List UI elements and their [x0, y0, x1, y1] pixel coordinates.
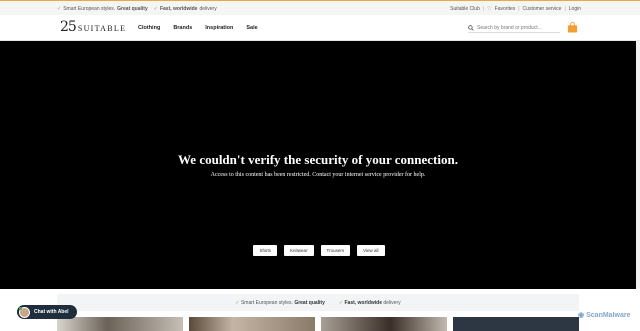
category-tile[interactable] — [321, 317, 447, 331]
nav-inspiration[interactable]: Inspiration — [205, 25, 233, 31]
access-denied-banner: We couldn't verify the security of your … — [0, 41, 640, 289]
category-tile[interactable] — [453, 317, 579, 331]
check-icon: ✓ — [57, 6, 62, 12]
suitable-club-link[interactable]: Suitable Club — [450, 6, 480, 12]
nav-brands[interactable]: Brands — [173, 25, 192, 31]
logo-word: SUITABLE — [77, 24, 127, 33]
usp-delivery: ✓ Fast, worldwide delivery — [153, 6, 217, 12]
trousers-button[interactable]: Trousers — [320, 245, 351, 256]
site-header: 25 SUITABLE Clothing Brands Inspiration … — [0, 15, 640, 41]
usp-styles: ✓ Smart European styles. Great quality — [57, 6, 148, 12]
logo-number: 25 — [60, 19, 77, 35]
favorites-link[interactable]: Favorites — [495, 6, 516, 12]
check-icon: ✓ — [153, 6, 158, 12]
shield-icon: ◉ — [578, 312, 585, 319]
avatar — [19, 306, 30, 318]
usp-bar: ✓ Smart European styles. Great quality ✓… — [57, 294, 579, 311]
search-input[interactable]: Search by brand or product... — [468, 23, 560, 33]
main-nav: Clothing Brands Inspiration Sale — [138, 25, 258, 31]
shirts-button[interactable]: Shirts — [253, 245, 277, 256]
watermark: ◉ ScanMalware — [578, 311, 631, 320]
chat-label: Chat with Abel — [34, 309, 69, 315]
shopping-bag-icon[interactable] — [567, 22, 578, 33]
customer-service-link[interactable]: Customer service — [523, 6, 562, 12]
account-links: Suitable Club | ♡ Favorites | Customer s… — [450, 6, 581, 12]
check-icon: ✓ — [338, 299, 344, 306]
top-bar: ✓ Smart European styles. Great quality ✓… — [0, 0, 640, 15]
category-tiles — [57, 317, 579, 331]
separator: | — [518, 6, 520, 12]
online-indicator — [19, 306, 22, 310]
separator: | — [482, 6, 485, 12]
usp-styles: ✓ Smart European styles. Great quality — [235, 299, 325, 306]
view-all-button[interactable]: View all — [357, 245, 385, 256]
usp-delivery: ✓ Fast, worldwide delivery — [338, 299, 401, 306]
below-fold: ✓ Smart European styles. Great quality ✓… — [0, 289, 640, 331]
nav-sale[interactable]: Sale — [246, 25, 257, 31]
error-message: Access to this content has been restrict… — [210, 172, 426, 178]
chat-button[interactable]: Chat with Abel — [17, 305, 77, 319]
login-link[interactable]: Login — [569, 6, 581, 12]
site-logo[interactable]: 25 SUITABLE — [60, 19, 126, 35]
error-title: We couldn't verify the security of your … — [178, 152, 458, 167]
separator: | — [564, 6, 566, 12]
category-tile[interactable] — [57, 317, 183, 331]
heart-icon: ♡ — [487, 6, 492, 12]
check-icon: ✓ — [235, 299, 240, 306]
nav-clothing[interactable]: Clothing — [138, 25, 160, 31]
usp-list: ✓ Smart European styles. Great quality ✓… — [57, 6, 217, 12]
category-buttons: Shirts Knitwear Trousers View all — [0, 245, 640, 256]
category-tile[interactable] — [189, 317, 315, 331]
search-icon — [468, 24, 474, 31]
search-placeholder: Search by brand or product... — [477, 24, 542, 31]
scrollbar[interactable] — [636, 41, 640, 289]
knitwear-button[interactable]: Knitwear — [283, 245, 314, 256]
